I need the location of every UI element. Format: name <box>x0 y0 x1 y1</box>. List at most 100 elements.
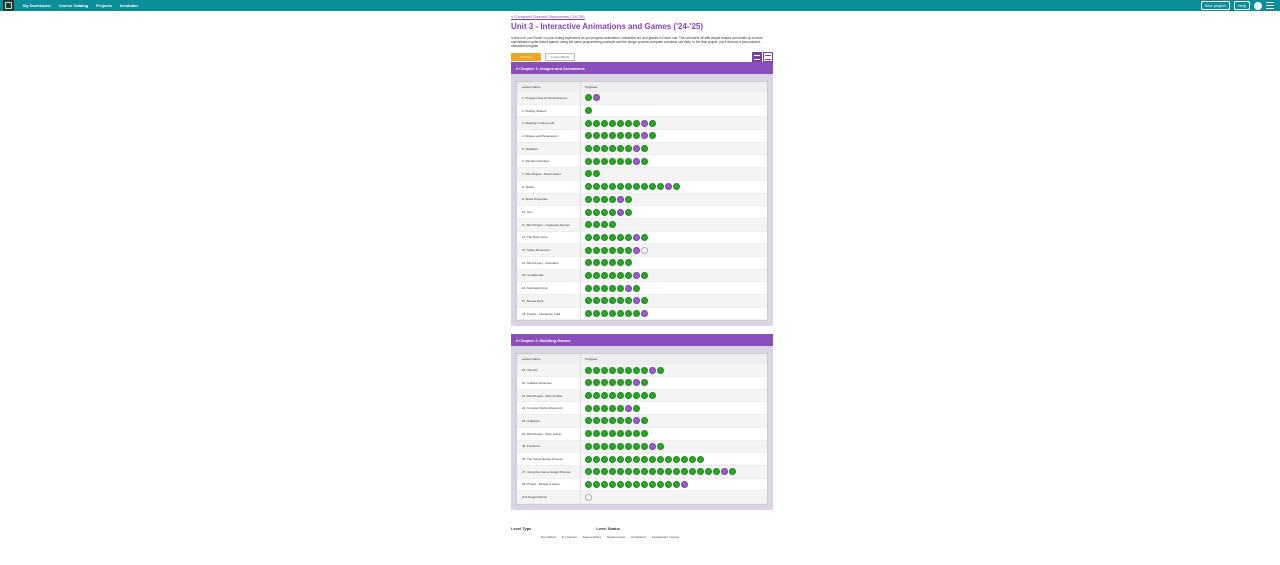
level-bubble[interactable] <box>609 157 616 165</box>
level-bubble[interactable] <box>657 183 664 191</box>
level-bubble[interactable] <box>673 455 680 463</box>
level-bubble[interactable] <box>585 208 592 216</box>
level-bubble[interactable] <box>593 455 600 463</box>
code-studio-logo[interactable] <box>3 0 14 11</box>
level-bubble[interactable] <box>609 480 616 488</box>
level-bubble[interactable] <box>601 468 608 476</box>
level-bubble[interactable] <box>633 480 640 488</box>
level-bubble[interactable] <box>633 310 640 318</box>
level-bubble[interactable] <box>609 132 616 140</box>
hamburger-menu-icon[interactable] <box>1266 2 1274 9</box>
nav-projects[interactable]: Projects <box>96 3 112 8</box>
level-bubble[interactable] <box>641 366 648 374</box>
level-bubble[interactable] <box>585 297 592 305</box>
level-bubble[interactable] <box>593 195 600 203</box>
lesson-name[interactable]: 27. Using the Game Design Process <box>517 465 581 478</box>
level-bubble[interactable] <box>585 310 592 318</box>
level-bubble[interactable] <box>657 455 664 463</box>
level-bubble[interactable] <box>625 430 632 438</box>
level-bubble[interactable] <box>593 366 600 374</box>
user-avatar[interactable] <box>1254 1 1262 10</box>
level-bubble[interactable] <box>593 208 600 216</box>
level-bubble[interactable] <box>625 119 632 127</box>
level-bubble[interactable] <box>585 233 592 241</box>
level-bubble[interactable] <box>601 119 608 127</box>
level-bubble[interactable] <box>713 468 720 476</box>
level-bubble[interactable] <box>633 145 640 153</box>
level-bubble[interactable] <box>585 259 592 267</box>
level-bubble[interactable] <box>641 246 648 254</box>
level-bubble[interactable] <box>649 442 656 450</box>
lesson-name[interactable]: 18. Project - Interactive Card <box>517 307 581 320</box>
level-bubble[interactable] <box>593 233 600 241</box>
level-bubble[interactable] <box>601 195 608 203</box>
level-bubble[interactable] <box>609 284 616 292</box>
lesson-name[interactable]: 19. Velocity <box>517 364 581 377</box>
level-bubble[interactable] <box>689 455 696 463</box>
level-bubble[interactable] <box>641 468 648 476</box>
lesson-name[interactable]: 17. Mouse Input <box>517 295 581 307</box>
level-bubble[interactable] <box>593 468 600 476</box>
level-bubble[interactable] <box>681 455 688 463</box>
level-bubble[interactable] <box>625 310 632 318</box>
level-bubble[interactable] <box>641 480 648 488</box>
lesson-name[interactable]: 16. Keyboard Input <box>517 282 581 294</box>
level-bubble[interactable] <box>593 259 600 267</box>
level-bubble[interactable] <box>617 233 624 241</box>
detail-view-button[interactable] <box>752 52 762 62</box>
level-bubble[interactable] <box>601 366 608 374</box>
level-bubble[interactable] <box>673 480 680 488</box>
level-bubble[interactable] <box>601 145 608 153</box>
level-bubble[interactable] <box>585 417 592 425</box>
level-bubble[interactable] <box>633 297 640 305</box>
level-bubble[interactable] <box>633 157 640 165</box>
level-bubble[interactable] <box>617 157 624 165</box>
level-bubble[interactable] <box>601 297 608 305</box>
level-bubble[interactable] <box>649 392 656 400</box>
level-bubble[interactable] <box>641 417 648 425</box>
level-bubble[interactable] <box>633 392 640 400</box>
level-bubble[interactable] <box>585 183 592 191</box>
level-bubble[interactable] <box>585 119 592 127</box>
level-bubble[interactable] <box>609 297 616 305</box>
lesson-name[interactable]: 4. Shapes and Parameters <box>517 130 581 142</box>
level-bubble[interactable] <box>633 417 640 425</box>
level-bubble[interactable] <box>593 284 600 292</box>
lesson-name[interactable]: 7. Mini-Project - Robot Faces <box>517 168 581 180</box>
level-bubble[interactable] <box>625 145 632 153</box>
level-bubble[interactable] <box>633 404 640 412</box>
level-bubble[interactable] <box>585 132 592 140</box>
level-bubble[interactable] <box>617 119 624 127</box>
level-bubble[interactable] <box>657 468 664 476</box>
level-bubble[interactable] <box>681 480 688 488</box>
level-bubble[interactable] <box>585 392 592 400</box>
level-bubble[interactable] <box>625 442 632 450</box>
level-bubble[interactable] <box>641 271 648 279</box>
level-bubble[interactable] <box>601 233 608 241</box>
level-bubble[interactable] <box>697 455 704 463</box>
lesson-name[interactable]: 8. Sprites <box>517 180 581 193</box>
level-bubble[interactable] <box>601 271 608 279</box>
level-bubble[interactable] <box>625 157 632 165</box>
level-bubble[interactable] <box>609 366 616 374</box>
level-bubble[interactable] <box>617 417 624 425</box>
level-bubble[interactable] <box>633 271 640 279</box>
level-bubble[interactable] <box>641 455 648 463</box>
level-bubble[interactable] <box>617 310 624 318</box>
level-bubble[interactable] <box>601 392 608 400</box>
level-bubble[interactable] <box>665 183 672 191</box>
level-bubble[interactable] <box>609 233 616 241</box>
level-bubble[interactable] <box>609 417 616 425</box>
lesson-name[interactable]: 28. Project - Design a Game <box>517 478 581 491</box>
level-bubble[interactable] <box>617 468 624 476</box>
level-bubble[interactable] <box>665 480 672 488</box>
level-bubble[interactable] <box>681 468 688 476</box>
level-bubble[interactable] <box>641 430 648 438</box>
level-bubble[interactable] <box>593 417 600 425</box>
level-bubble[interactable] <box>641 392 648 400</box>
level-bubble[interactable] <box>633 455 640 463</box>
lesson-name[interactable]: Unit Project Rubric <box>517 491 581 503</box>
level-bubble[interactable] <box>593 404 600 412</box>
lesson-name[interactable]: 26. The Game Design Process <box>517 453 581 465</box>
level-bubble[interactable] <box>657 480 664 488</box>
